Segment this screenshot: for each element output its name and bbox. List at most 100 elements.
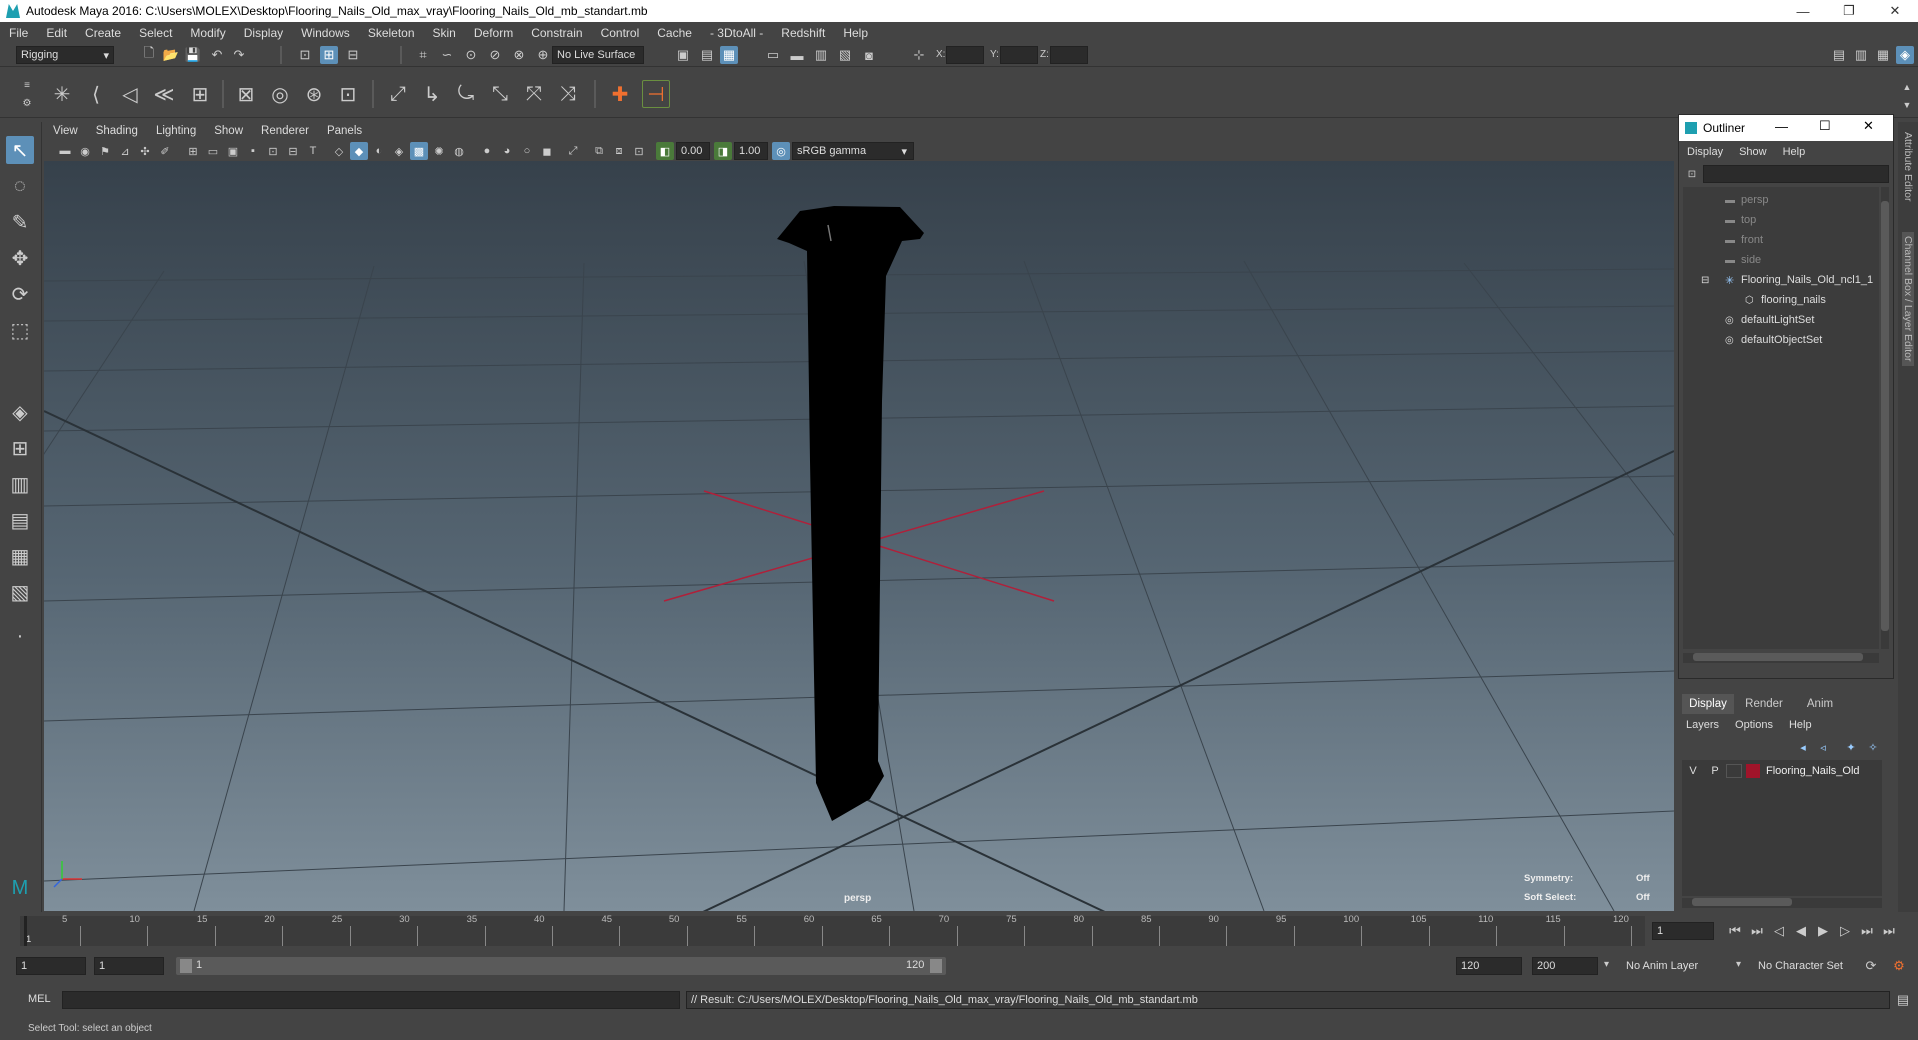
menu-help[interactable]: Help bbox=[834, 26, 877, 40]
outliner-item-front[interactable]: ▬ front bbox=[1725, 231, 1763, 249]
new-layer-icon[interactable]: ✦ bbox=[1842, 738, 1860, 756]
layer-visibility-toggle[interactable]: V bbox=[1682, 765, 1704, 777]
screen-space-ao-icon[interactable]: ● bbox=[478, 142, 496, 160]
insert-joint-icon[interactable]: ⟨ bbox=[82, 80, 110, 108]
select-hierarchy-icon[interactable]: ⊡ bbox=[296, 46, 314, 64]
layer-name[interactable]: Flooring_Nails_Old bbox=[1766, 765, 1860, 777]
step-back-key-icon[interactable]: ⏭ bbox=[1748, 922, 1766, 940]
outliner-item-flooring-nails[interactable]: ⬡ flooring_nails bbox=[1745, 291, 1826, 309]
snap-point-icon[interactable]: ⊙ bbox=[462, 46, 480, 64]
current-frame-field[interactable]: 1 bbox=[1652, 922, 1714, 940]
modeling-toolkit-icon[interactable]: ▥ bbox=[1852, 46, 1870, 64]
color-management-icon[interactable]: ◎ bbox=[772, 142, 790, 160]
menu-deform[interactable]: Deform bbox=[465, 26, 522, 40]
ik-handle-icon[interactable]: ◁ bbox=[116, 80, 144, 108]
outliner-item-default-light-set[interactable]: ◎ defaultLightSet bbox=[1725, 311, 1814, 329]
dope-sheet-layout-icon[interactable]: ▦ bbox=[6, 542, 34, 570]
outliner-layout-icon[interactable]: ▥ bbox=[6, 470, 34, 498]
grid-icon[interactable]: ⊞ bbox=[184, 142, 202, 160]
point-constraint-icon[interactable]: ⤢ bbox=[384, 80, 412, 108]
menu-windows[interactable]: Windows bbox=[292, 26, 359, 40]
use-all-lights-icon[interactable]: ✺ bbox=[430, 142, 448, 160]
range-slider-bar[interactable]: 1 120 bbox=[176, 957, 946, 975]
outliner-menu-show[interactable]: Show bbox=[1731, 146, 1775, 158]
auto-key-icon[interactable]: ⟳ bbox=[1862, 957, 1880, 975]
outliner-item-persp[interactable]: ▬ persp bbox=[1725, 191, 1769, 209]
cluster-icon[interactable]: ⊡ bbox=[334, 80, 362, 108]
menu-file[interactable]: File bbox=[0, 26, 37, 40]
camera-select-icon[interactable]: ▬ bbox=[56, 142, 74, 160]
nail-mesh[interactable] bbox=[777, 206, 924, 821]
gamma-icon[interactable]: ◨ bbox=[714, 142, 732, 160]
snap-curve-icon[interactable]: ∽ bbox=[438, 46, 456, 64]
move-layer-down-icon[interactable]: ◃ bbox=[1814, 738, 1832, 756]
hypershade-layout-icon[interactable]: ▧ bbox=[6, 578, 34, 606]
open-scene-icon[interactable]: 📂 bbox=[162, 46, 180, 64]
collapse-toggle-icon[interactable]: ⊟ bbox=[1701, 275, 1725, 286]
image-plane-icon[interactable]: ⊿ bbox=[116, 142, 134, 160]
layer-type-toggle[interactable] bbox=[1726, 764, 1742, 778]
construction-history-icon[interactable]: ▦ bbox=[720, 46, 738, 64]
wireframe-icon[interactable]: ◇ bbox=[330, 142, 348, 160]
panel-menu-lighting[interactable]: Lighting bbox=[147, 125, 205, 137]
locator-icon[interactable]: ✚ bbox=[606, 80, 634, 108]
z-coord-field[interactable] bbox=[1050, 46, 1088, 64]
menu-3dtoall[interactable]: - 3DtoAll - bbox=[701, 26, 772, 40]
layer-menu-layers[interactable]: Layers bbox=[1678, 719, 1727, 731]
move-layer-up-icon[interactable]: ◂ bbox=[1794, 738, 1812, 756]
layer-color-swatch[interactable] bbox=[1746, 764, 1760, 778]
move-tool-icon[interactable]: ✥ bbox=[6, 244, 34, 272]
default-material-icon[interactable]: ◐ bbox=[370, 142, 388, 160]
snap-grid-icon[interactable]: ⌗ bbox=[414, 46, 432, 64]
field-chart-icon[interactable]: ⊡ bbox=[264, 142, 282, 160]
safe-action-icon[interactable]: ⊟ bbox=[284, 142, 302, 160]
menu-control[interactable]: Control bbox=[592, 26, 649, 40]
outliner-menu-help[interactable]: Help bbox=[1775, 146, 1814, 158]
grease-pencil-icon[interactable]: ✐ bbox=[156, 142, 174, 160]
layer-tab-render[interactable]: Render bbox=[1738, 694, 1790, 714]
shelf-scroll-down-icon[interactable]: ▼ bbox=[1898, 96, 1916, 114]
rotate-tool-icon[interactable]: ⟳ bbox=[6, 280, 34, 308]
outliner-horizontal-scrollbar[interactable] bbox=[1683, 653, 1879, 663]
xray-joints-icon[interactable]: ⧈ bbox=[610, 142, 628, 160]
snap-view-icon[interactable]: ⊘ bbox=[486, 46, 504, 64]
layer-menu-help[interactable]: Help bbox=[1781, 719, 1820, 731]
single-perspective-layout-icon[interactable]: ◈ bbox=[6, 398, 34, 426]
minimize-button[interactable]: — bbox=[1780, 0, 1826, 22]
x-coord-field[interactable] bbox=[946, 46, 984, 64]
pole-vector-icon[interactable]: ⤨ bbox=[554, 80, 582, 108]
resolution-gate-icon[interactable]: ▣ bbox=[224, 142, 242, 160]
step-forward-key-icon[interactable]: ⏭ bbox=[1858, 922, 1876, 940]
menu-cache[interactable]: Cache bbox=[648, 26, 701, 40]
ipr-render-icon[interactable]: ▥ bbox=[812, 46, 830, 64]
hypershade-icon[interactable]: ◙ bbox=[860, 46, 878, 64]
scrollbar-thumb[interactable] bbox=[1693, 653, 1863, 661]
chevron-down-icon[interactable]: ▾ bbox=[1736, 959, 1741, 970]
textured-icon[interactable]: ▩ bbox=[410, 142, 428, 160]
anti-aliasing-icon[interactable]: ○ bbox=[518, 142, 536, 160]
animation-preferences-icon[interactable]: ⚙ bbox=[1890, 957, 1908, 975]
time-slider-track[interactable]: 5 10 15 20 25 30 35 40 45 50 55 60 65 70 75 80 85 90 95 100… bbox=[20, 914, 1645, 946]
animation-end-field[interactable]: 200 bbox=[1532, 957, 1598, 975]
script-language-toggle[interactable]: MEL bbox=[28, 993, 51, 1005]
wire-deformer-icon[interactable]: ⊛ bbox=[300, 80, 328, 108]
menu-modify[interactable]: Modify bbox=[181, 26, 234, 40]
camera-attributes-icon[interactable]: ◉ bbox=[76, 142, 94, 160]
command-input[interactable] bbox=[62, 991, 680, 1009]
step-forward-frame-icon[interactable]: ▷ bbox=[1836, 922, 1854, 940]
range-start-handle[interactable] bbox=[180, 959, 192, 973]
graph-editor-layout-icon[interactable]: ▤ bbox=[6, 506, 34, 534]
four-view-layout-icon[interactable]: ⊞ bbox=[6, 434, 34, 462]
gate-mask-icon[interactable]: ▪ bbox=[244, 142, 262, 160]
redo-icon[interactable]: ↷ bbox=[230, 46, 248, 64]
parent-constraint-icon[interactable]: ⤧ bbox=[520, 80, 548, 108]
render-view-icon[interactable]: ▭ bbox=[764, 46, 782, 64]
menu-display[interactable]: Display bbox=[235, 26, 292, 40]
orient-constraint-icon[interactable]: ⤿ bbox=[452, 80, 480, 108]
panel-menu-show[interactable]: Show bbox=[205, 125, 252, 137]
panel-menu-renderer[interactable]: Renderer bbox=[252, 125, 318, 137]
outliner-maximize-button[interactable]: ☐ bbox=[1819, 118, 1831, 134]
paint-select-icon[interactable]: ✎ bbox=[6, 208, 34, 236]
bind-skin-icon[interactable]: ⊞ bbox=[186, 80, 214, 108]
isolate-select-icon[interactable]: ⤢ bbox=[564, 142, 582, 160]
